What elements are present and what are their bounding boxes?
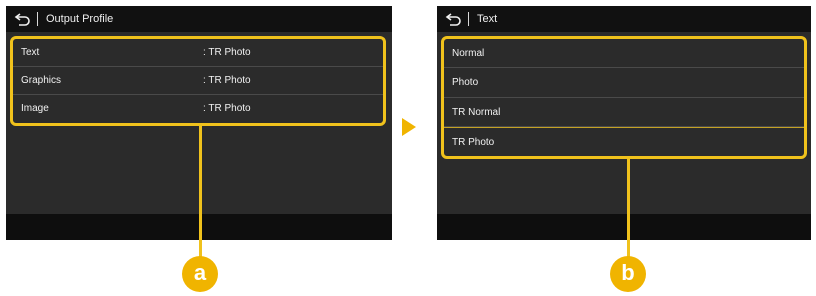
- list-item-label: Text: [21, 47, 40, 58]
- back-arrow-icon[interactable]: [14, 10, 32, 28]
- option-tr-photo[interactable]: TR Photo: [444, 126, 804, 156]
- text-options-screen: Text Normal Photo TR Normal TR Photo: [437, 6, 811, 240]
- list-item-image[interactable]: Image : TR Photo: [13, 95, 383, 123]
- option-label: TR Normal: [452, 106, 501, 118]
- top-bar: Text: [437, 6, 811, 32]
- option-label: TR Photo: [452, 136, 495, 148]
- callout-line-a: [199, 123, 202, 260]
- option-tr-normal[interactable]: TR Normal: [444, 98, 804, 127]
- next-arrow-icon: [402, 118, 416, 136]
- callout-badge-a: a: [182, 256, 218, 292]
- list-item-value: : TR Photo: [203, 47, 251, 58]
- title-separator: [468, 12, 469, 26]
- back-arrow-icon[interactable]: [445, 10, 463, 28]
- settings-list: Text : TR Photo Graphics : TR Photo Imag…: [10, 36, 386, 126]
- list-item-label: Image: [21, 103, 49, 114]
- list-item-value: : TR Photo: [203, 75, 251, 86]
- option-photo[interactable]: Photo: [444, 68, 804, 98]
- page-title: Text: [477, 13, 498, 25]
- options-list: Normal Photo TR Normal TR Photo: [441, 36, 807, 159]
- list-item-value: : TR Photo: [203, 103, 251, 114]
- page-title: Output Profile: [46, 13, 114, 25]
- list-item-text[interactable]: Text : TR Photo: [13, 39, 383, 67]
- option-normal[interactable]: Normal: [444, 39, 804, 69]
- title-separator: [37, 12, 38, 26]
- top-bar: Output Profile: [6, 6, 392, 32]
- callout-badge-b: b: [610, 256, 646, 292]
- list-item-graphics[interactable]: Graphics : TR Photo: [13, 67, 383, 95]
- option-label: Normal: [452, 48, 485, 59]
- callout-line-b: [627, 156, 630, 260]
- option-label: Photo: [452, 77, 479, 89]
- list-item-label: Graphics: [21, 75, 62, 86]
- bottom-bar: [437, 214, 811, 240]
